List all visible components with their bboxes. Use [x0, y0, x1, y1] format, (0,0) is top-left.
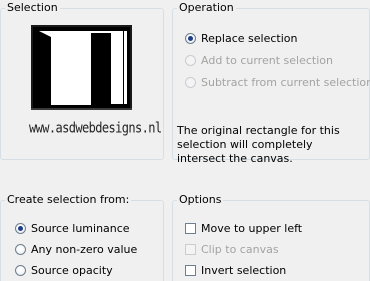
- options-legend: Options: [177, 193, 224, 207]
- selection-legend: Selection: [5, 1, 60, 15]
- radio-subtract-from-selection: Subtract from current selection: [185, 74, 370, 90]
- checkbox[interactable]: [185, 222, 196, 234]
- radio-label: Add to current selection: [201, 53, 333, 67]
- operation-description: The original rectangle for this selectio…: [177, 124, 340, 165]
- radio-label: Any non-zero value: [31, 242, 138, 256]
- operation-legend: Operation: [177, 1, 236, 15]
- radio-label: Source luminance: [31, 221, 130, 235]
- watermark-text: www.asdwebdesigns.nl: [29, 119, 162, 137]
- radio-source-luminance[interactable]: Source luminance: [15, 220, 130, 236]
- checkbox-clip-to-canvas: Clip to canvas: [185, 241, 279, 257]
- radio-label: Source opacity: [31, 263, 113, 277]
- checkbox: [185, 243, 196, 255]
- radio-button[interactable]: [15, 243, 26, 255]
- checkbox-label: Move to upper left: [201, 221, 303, 235]
- checkbox-invert-selection[interactable]: Invert selection: [185, 262, 286, 278]
- radio-add-to-selection: Add to current selection: [185, 52, 333, 68]
- create-from-legend: Create selection from:: [5, 193, 132, 207]
- radio-button[interactable]: [185, 32, 196, 44]
- radio-source-opacity[interactable]: Source opacity: [15, 262, 113, 278]
- radio-replace-selection[interactable]: Replace selection: [185, 30, 297, 46]
- checkbox-label: Invert selection: [201, 263, 287, 277]
- checkbox-move-to-upper-left[interactable]: Move to upper left: [185, 220, 302, 236]
- radio-label: Subtract from current selection: [201, 75, 370, 89]
- selection-preview: [31, 25, 132, 110]
- radio-button: [185, 76, 196, 88]
- radio-label: Replace selection: [201, 31, 298, 45]
- radio-button: [185, 54, 196, 66]
- selection-preview-image: [31, 25, 132, 110]
- radio-any-non-zero-value[interactable]: Any non-zero value: [15, 241, 137, 257]
- checkbox[interactable]: [185, 264, 196, 276]
- checkbox-label: Clip to canvas: [201, 242, 279, 256]
- selection-group: Selection www.asdwebdesigns.nl: [0, 1, 164, 160]
- radio-button[interactable]: [15, 222, 26, 234]
- radio-button[interactable]: [15, 264, 26, 276]
